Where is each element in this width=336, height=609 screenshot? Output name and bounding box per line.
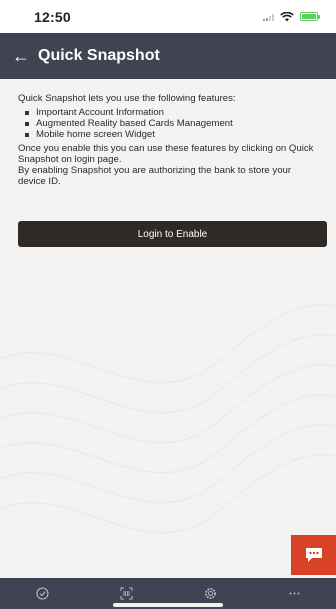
feature-item: Augmented Reality based Cards Management	[18, 118, 320, 129]
gear-icon	[204, 588, 216, 599]
login-button-label: Login to Enable	[137, 228, 208, 240]
enable-note: Once you enable this you can use these f…	[18, 143, 314, 165]
header-bar: ← Quick Snapshot	[0, 33, 336, 79]
nav-more-item[interactable]	[274, 582, 314, 606]
info-content: Quick Snapshot lets you use the followin…	[18, 93, 320, 187]
back-arrow-icon[interactable]: ←	[12, 47, 34, 65]
authorize-note: By enabling Snapshot you are authorizing…	[18, 165, 292, 187]
page-title: Quick Snapshot	[38, 47, 160, 64]
check-circle-icon	[35, 587, 49, 600]
wifi-icon	[280, 11, 294, 21]
nav-settings-item[interactable]	[190, 582, 230, 606]
chat-button[interactable]	[291, 535, 336, 575]
intro-text: Quick Snapshot lets you use the followin…	[18, 93, 236, 104]
scan-icon	[120, 587, 132, 600]
feature-item: Important Account Information	[18, 107, 320, 118]
login-to-enable-button[interactable]: Login to Enable	[18, 221, 327, 247]
chat-icon	[305, 548, 322, 562]
home-indicator	[113, 603, 223, 607]
signal-icon	[263, 13, 274, 21]
battery-icon	[300, 12, 320, 21]
nav-check-item[interactable]	[22, 582, 62, 606]
more-icon	[289, 592, 299, 595]
status-icons	[263, 11, 320, 22]
status-bar: 12:50	[0, 0, 336, 33]
feature-item: Mobile home screen Widget	[18, 129, 320, 140]
nav-scan-item[interactable]	[106, 582, 146, 606]
status-time: 12:50	[34, 8, 71, 25]
background-pattern	[0, 304, 336, 534]
feature-list: Important Account Information Augmented …	[18, 107, 320, 140]
